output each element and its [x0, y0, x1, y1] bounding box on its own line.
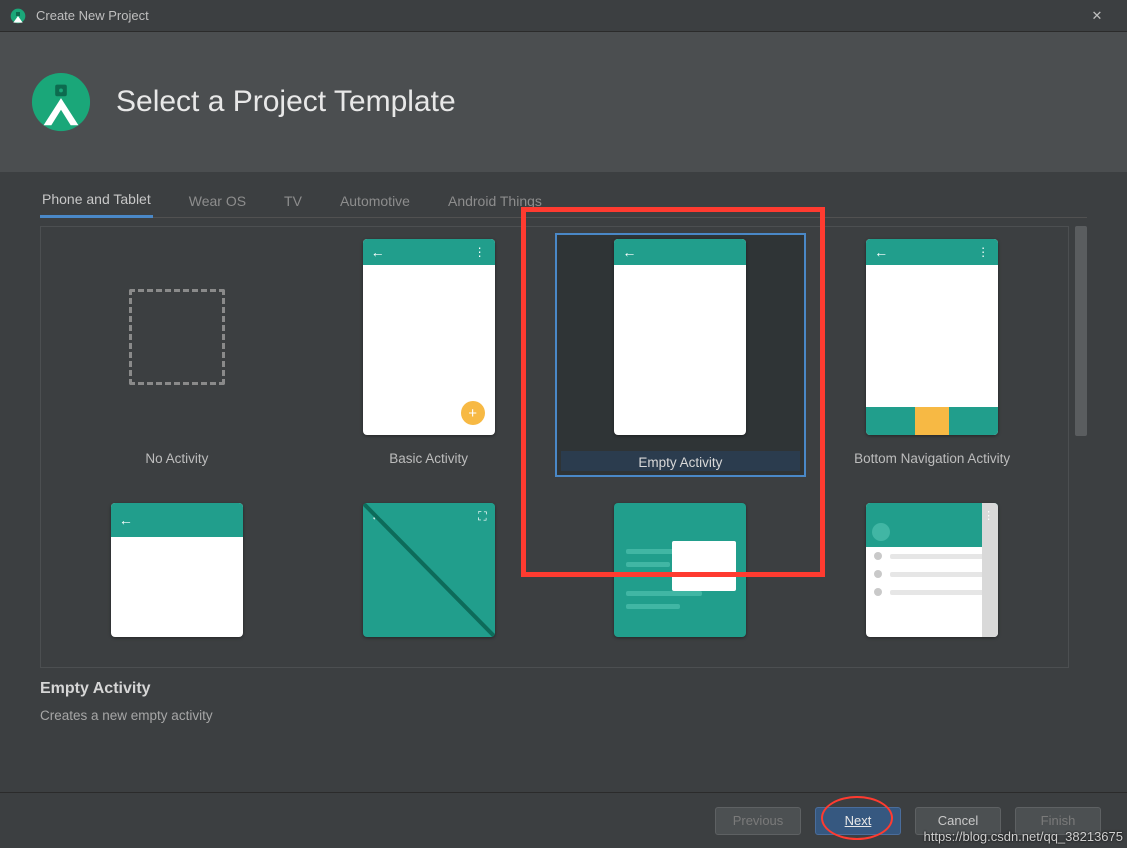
close-button[interactable]: ✕	[1077, 8, 1117, 24]
tab-wear-os[interactable]: Wear OS	[187, 184, 248, 218]
template-no-activity[interactable]: No Activity	[51, 233, 303, 477]
template-description: Empty Activity Creates a new empty activ…	[0, 668, 1127, 735]
template-row2-2[interactable]: ←⛶	[303, 497, 555, 643]
platform-tabs: Phone and Tablet Wear OS TV Automotive A…	[40, 184, 1087, 218]
tab-automotive[interactable]: Automotive	[338, 184, 412, 218]
template-bottom-navigation[interactable]: ←⋮ Bottom Navigation Activity	[806, 233, 1058, 477]
template-label: Basic Activity	[309, 451, 549, 471]
avatar-icon	[872, 523, 890, 541]
thumbnail-row2-3	[614, 503, 746, 637]
thumbnail-row2-2: ←⛶	[363, 503, 495, 637]
back-arrow-icon: ←	[119, 512, 133, 528]
page-title: Select a Project Template	[116, 85, 456, 119]
back-arrow-icon: ←	[371, 244, 385, 260]
back-arrow-icon: ←	[874, 244, 888, 260]
template-row2-1[interactable]: ←	[51, 497, 303, 643]
wizard-header: Select a Project Template	[0, 32, 1127, 172]
window-title: Create New Project	[36, 8, 1077, 23]
back-arrow-icon: ←	[622, 244, 636, 260]
description-text: Creates a new empty activity	[40, 708, 1087, 723]
tab-phone-tablet[interactable]: Phone and Tablet	[40, 184, 153, 218]
template-row2-3[interactable]	[555, 497, 807, 643]
template-label: No Activity	[57, 451, 297, 471]
card-icon	[672, 541, 736, 591]
thumbnail-row2-1: ←	[111, 503, 243, 637]
next-button[interactable]: Next	[815, 807, 901, 835]
dashed-placeholder-icon	[129, 289, 225, 385]
gallery-scrollbar[interactable]	[1075, 226, 1087, 668]
thumbnail-basic-activity: ← ⋮ +	[363, 239, 495, 435]
template-label: Bottom Navigation Activity	[812, 451, 1052, 471]
template-basic-activity[interactable]: ← ⋮ + Basic Activity	[303, 233, 555, 477]
overflow-icon: ⋮	[983, 509, 994, 522]
bottom-nav-bar-icon	[866, 407, 998, 435]
tab-android-things[interactable]: Android Things	[446, 184, 544, 218]
template-empty-activity[interactable]: ← Empty Activity	[555, 233, 807, 477]
thumbnail-no-activity	[111, 239, 243, 435]
template-label: Empty Activity	[561, 451, 801, 471]
previous-button[interactable]: Previous	[715, 807, 801, 835]
template-row2-4[interactable]: ⋮	[806, 497, 1058, 643]
fab-plus-icon: +	[461, 401, 485, 425]
app-icon	[10, 8, 26, 24]
title-bar: Create New Project ✕	[0, 0, 1127, 32]
overflow-icon: ⋮	[474, 245, 487, 259]
template-gallery: No Activity ←⋮ + Basic Activity ← Empty …	[40, 226, 1069, 668]
watermark-text: https://blog.csdn.net/qq_38213675	[924, 829, 1124, 844]
thumbnail-row2-4: ⋮	[866, 503, 998, 637]
tab-tv[interactable]: TV	[282, 184, 304, 218]
description-title: Empty Activity	[40, 680, 1087, 698]
overflow-icon: ⋮	[977, 245, 990, 259]
thumbnail-bottom-nav: ←⋮	[866, 239, 998, 435]
thumbnail-empty-activity: ←	[614, 239, 746, 435]
scrollbar-thumb[interactable]	[1075, 226, 1087, 436]
android-studio-logo-icon	[30, 71, 92, 133]
